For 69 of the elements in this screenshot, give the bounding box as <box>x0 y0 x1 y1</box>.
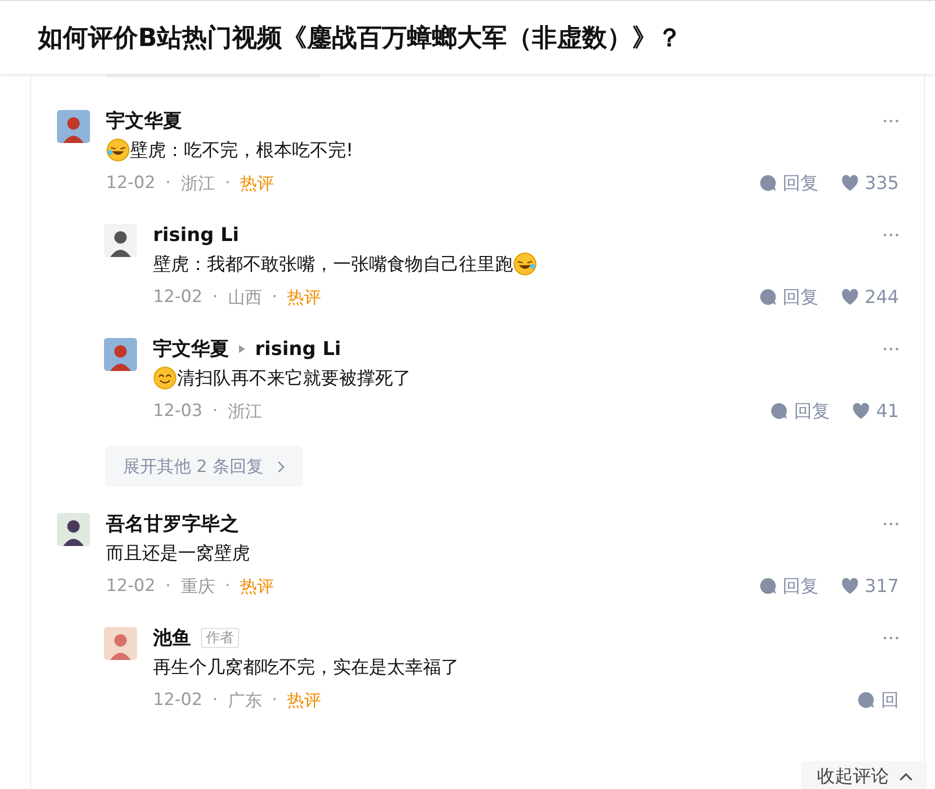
comment-location: 浙江 <box>228 400 262 422</box>
expand-replies-button[interactable]: 展开其他 2 条回复 <box>105 446 303 487</box>
more-icon[interactable] <box>883 119 899 123</box>
chevron-right-icon <box>276 460 285 472</box>
heart-icon <box>840 174 859 192</box>
comment-date: 12-02 <box>153 690 202 710</box>
more-icon[interactable] <box>883 522 899 526</box>
reply-button[interactable]: 回复 <box>758 285 819 309</box>
laughing-emoji-icon <box>106 138 130 162</box>
comment-bubble-icon <box>758 577 777 595</box>
hot-tag: 热评 <box>240 172 274 194</box>
comment-location: 广东 <box>228 690 262 712</box>
comment-bubble-icon <box>758 288 777 306</box>
reply-button[interactable]: 回复 <box>770 399 830 423</box>
hot-tag: 热评 <box>240 574 274 598</box>
user-name[interactable]: rising Li <box>255 338 342 360</box>
user-name[interactable]: 宇文华夏 <box>153 336 229 362</box>
separator-dot: · <box>272 690 278 710</box>
author-tag: 作者 <box>201 628 239 648</box>
collapse-comments-button[interactable]: 收起评论 <box>801 761 927 789</box>
user-name[interactable]: rising Li <box>153 224 240 246</box>
hot-tag: 热评 <box>287 286 322 308</box>
laughing-emoji-icon <box>513 252 537 276</box>
separator-dot: · <box>272 287 278 307</box>
comment-location: 重庆 <box>180 576 215 598</box>
chevron-up-icon <box>899 772 913 780</box>
like-button[interactable]: 317 <box>840 576 899 596</box>
like-button[interactable]: 335 <box>840 172 899 194</box>
reply-button[interactable]: 回复 <box>758 574 819 598</box>
user-name[interactable]: 池鱼 <box>153 625 191 651</box>
avatar[interactable] <box>104 224 137 257</box>
comment-text: 再生个几窝都吃不完，实在是太幸福了 <box>153 656 459 679</box>
comment-date: 12-02 <box>106 173 156 193</box>
question-title: 如何评价B站热门视频《鏖战百万蟑螂大军（非虚数）》？ <box>38 22 682 54</box>
heart-icon <box>840 577 859 595</box>
user-name[interactable]: 吾名甘罗字毕之 <box>106 511 239 537</box>
comment-date: 12-02 <box>153 287 202 307</box>
separator-dot: · <box>212 287 218 307</box>
comment-date: 12-03 <box>153 401 202 421</box>
heart-icon <box>852 402 870 420</box>
comment-bubble-icon <box>857 691 875 709</box>
separator-dot: · <box>212 690 218 710</box>
comment-location: 浙江 <box>180 172 215 194</box>
comment-bubble-icon <box>758 174 777 192</box>
more-icon[interactable] <box>883 636 899 640</box>
heart-icon <box>840 288 859 306</box>
reply-button[interactable]: 回复 <box>758 171 819 195</box>
comment-text: 壁虎：吃不完，根本吃不完! <box>130 139 354 162</box>
comment-bubble-icon <box>770 402 788 420</box>
avatar[interactable] <box>57 513 90 546</box>
separator-dot: · <box>224 173 230 193</box>
more-icon[interactable] <box>883 233 899 237</box>
separator-dot: · <box>165 576 171 596</box>
separator-dot: · <box>224 576 230 596</box>
separator-dot: · <box>212 401 218 421</box>
like-button[interactable]: 244 <box>840 286 899 308</box>
more-icon[interactable] <box>883 347 899 351</box>
comment-date: 12-02 <box>106 576 156 596</box>
comment-text: 壁虎：我都不敢张嘴，一张嘴食物自己往里跑 <box>153 253 513 276</box>
hot-tag: 热评 <box>287 688 322 712</box>
comment-text: 清扫队再不来它就要被撑死了 <box>177 367 411 390</box>
comment-text: 而且还是一窝壁虎 <box>106 542 250 565</box>
smiling-emoji-icon <box>153 366 177 390</box>
reply-arrow-icon <box>239 345 245 353</box>
separator-dot: · <box>165 173 171 193</box>
reply-button[interactable]: 回 <box>857 688 899 712</box>
comment-location: 山西 <box>228 286 262 308</box>
like-button[interactable]: 41 <box>852 400 899 422</box>
user-name[interactable]: 宇文华夏 <box>106 108 182 134</box>
